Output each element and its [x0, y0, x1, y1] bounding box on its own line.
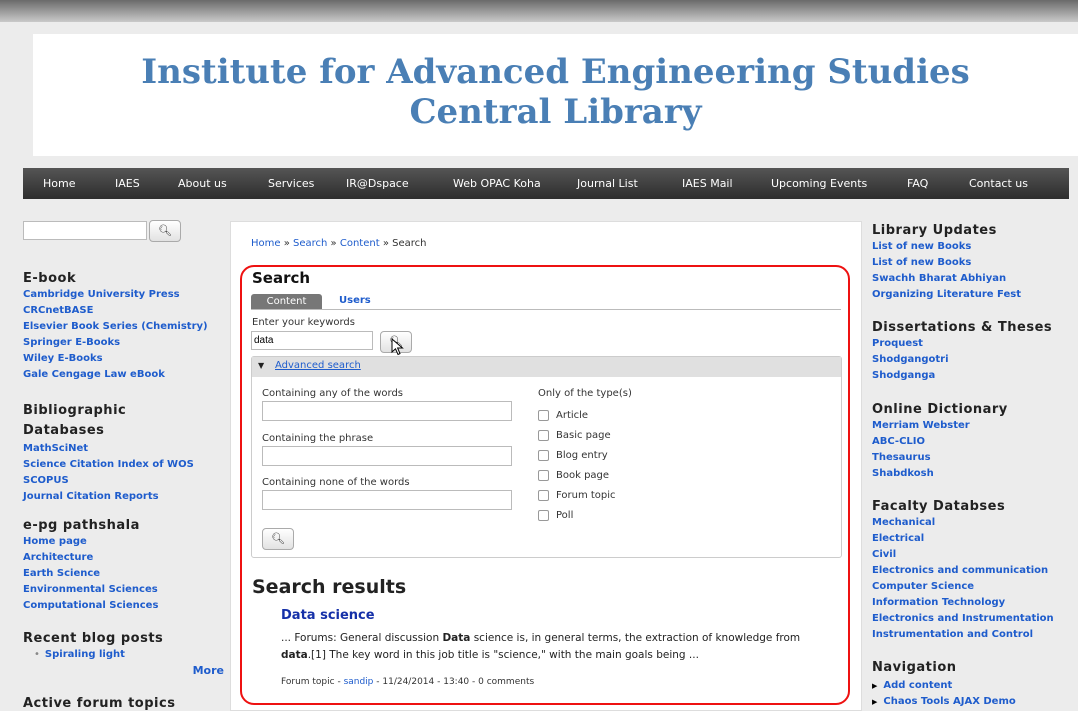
- ebook-link[interactable]: Springer E-Books: [23, 335, 208, 351]
- updates-block: Library Updates List of new Books List o…: [872, 223, 1021, 303]
- epg-link[interactable]: Environmental Sciences: [23, 582, 158, 598]
- site-header: Institute for Advanced Engineering Studi…: [33, 34, 1078, 156]
- faculty-link[interactable]: Mechanical: [872, 515, 1054, 531]
- biblio-link[interactable]: Journal Citation Reports: [23, 489, 194, 505]
- epg-link[interactable]: Home page: [23, 534, 158, 550]
- nav-home[interactable]: Home: [43, 177, 75, 190]
- nav-about-us[interactable]: About us: [178, 177, 227, 190]
- ebook-link[interactable]: Cambridge University Press: [23, 287, 208, 303]
- nav-faq[interactable]: FAQ: [907, 177, 928, 190]
- faculty-link[interactable]: Electronics and communication: [872, 563, 1054, 579]
- arrow-right-icon: ▶: [872, 682, 878, 690]
- blog-more-link[interactable]: More: [193, 664, 224, 677]
- dictionary-link[interactable]: Merriam Webster: [872, 418, 1008, 434]
- biblio-link[interactable]: MathSciNet: [23, 441, 194, 457]
- bullet-icon: •: [34, 649, 40, 660]
- dictionary-link[interactable]: ABC-CLIO: [872, 434, 1008, 450]
- ebook-link[interactable]: CRCnetBASE: [23, 303, 208, 319]
- nav-web-opac-koha[interactable]: Web OPAC Koha: [453, 177, 541, 190]
- faculty-link[interactable]: Electrical: [872, 531, 1054, 547]
- nav-iaes[interactable]: IAES: [115, 177, 140, 190]
- nav-ir-dspace[interactable]: IR@Dspace: [346, 177, 409, 190]
- updates-link[interactable]: List of new Books: [872, 255, 1021, 271]
- faculty-title: Facalty Databses: [872, 499, 1006, 514]
- biblio-link[interactable]: Science Citation Index of WOS: [23, 457, 194, 473]
- blog-post-link[interactable]: Spiraling light: [45, 649, 125, 660]
- epg-block: e-pg pathshala Home page Architecture Ea…: [23, 518, 158, 614]
- dictionary-block: Online Dictionary Merriam Webster ABC-CL…: [872, 402, 1008, 482]
- mouse-pointer-icon: [391, 338, 404, 356]
- epg-title: e-pg pathshala: [23, 518, 140, 533]
- ebook-link[interactable]: Wiley E-Books: [23, 351, 208, 367]
- dictionary-title: Online Dictionary: [872, 402, 1008, 417]
- faculty-link[interactable]: Instrumentation and Control: [872, 627, 1054, 643]
- breadcrumb-home[interactable]: Home: [251, 238, 281, 249]
- nav-add-content[interactable]: Add content: [883, 680, 952, 691]
- updates-title: Library Updates: [872, 223, 997, 238]
- ebook-link[interactable]: Elsevier Book Series (Chemistry): [23, 319, 208, 335]
- sidebar-search: 🔍︎: [23, 220, 181, 242]
- nav-contact-us[interactable]: Contact us: [969, 177, 1028, 190]
- updates-link[interactable]: Swachh Bharat Abhiyan: [872, 271, 1021, 287]
- site-title[interactable]: Institute for Advanced Engineering Studi…: [33, 34, 1078, 132]
- dissertations-link[interactable]: Shodgangotri: [872, 352, 1052, 368]
- breadcrumb-search[interactable]: Search: [293, 238, 327, 249]
- blog-block: Recent blog posts • Spiraling light More: [23, 631, 228, 677]
- faculty-link[interactable]: Civil: [872, 547, 1054, 563]
- dictionary-link[interactable]: Shabdkosh: [872, 466, 1008, 482]
- faculty-link[interactable]: Computer Science: [872, 579, 1054, 595]
- navigation-block: Navigation ▶ Add content ▶ Chaos Tools AJA…: [872, 660, 1016, 710]
- breadcrumb: Home » Search » Content » Search: [251, 238, 427, 249]
- highlight-box: [240, 265, 850, 705]
- sidebar-search-input[interactable]: [23, 221, 147, 240]
- breadcrumb-content[interactable]: Content: [340, 238, 380, 249]
- epg-link[interactable]: Computational Sciences: [23, 598, 158, 614]
- ebook-block: E-book Cambridge University Press CRCnet…: [23, 271, 208, 383]
- nav-services[interactable]: Services: [268, 177, 314, 190]
- epg-link[interactable]: Architecture: [23, 550, 158, 566]
- main-menu: Home IAES About us Services IR@Dspace We…: [23, 168, 1069, 199]
- nav-journal-list[interactable]: Journal List: [577, 177, 638, 190]
- updates-link[interactable]: List of new Books: [872, 239, 1021, 255]
- dictionary-link[interactable]: Thesaurus: [872, 450, 1008, 466]
- ebook-title: E-book: [23, 271, 77, 286]
- faculty-block: Facalty Databses Mechanical Electrical C…: [872, 499, 1054, 643]
- biblio-link[interactable]: SCOPUS: [23, 473, 194, 489]
- updates-link[interactable]: Organizing Literature Fest: [872, 287, 1021, 303]
- dissertations-link[interactable]: Proquest: [872, 336, 1052, 352]
- biblio-title: Bibliographic Databases: [23, 403, 127, 438]
- ebook-link[interactable]: Gale Cengage Law eBook: [23, 367, 208, 383]
- biblio-block: Bibliographic Databases MathSciNet Scienc…: [23, 401, 194, 505]
- navigation-title: Navigation: [872, 660, 957, 675]
- blog-title: Recent blog posts: [23, 631, 164, 646]
- nav-upcoming-events[interactable]: Upcoming Events: [771, 177, 867, 190]
- sidebar-search-button[interactable]: 🔍︎: [149, 220, 181, 242]
- top-shadow-bar: [0, 0, 1078, 22]
- dissertations-title: Dissertations & Theses: [872, 320, 1053, 335]
- nav-iaes-mail[interactable]: IAES Mail: [682, 177, 733, 190]
- arrow-right-icon: ▶: [872, 698, 878, 706]
- epg-link[interactable]: Earth Science: [23, 566, 158, 582]
- search-icon: 🔍︎: [158, 224, 172, 237]
- faculty-link[interactable]: Information Technology: [872, 595, 1054, 611]
- faculty-link[interactable]: Electronics and Instrumentation: [872, 611, 1054, 627]
- dissertations-block: Dissertations & Theses Proquest Shodgang…: [872, 320, 1052, 384]
- dissertations-link[interactable]: Shodganga: [872, 368, 1052, 384]
- breadcrumb-current: Search: [392, 238, 427, 249]
- nav-chaos-tools[interactable]: Chaos Tools AJAX Demo: [883, 696, 1015, 707]
